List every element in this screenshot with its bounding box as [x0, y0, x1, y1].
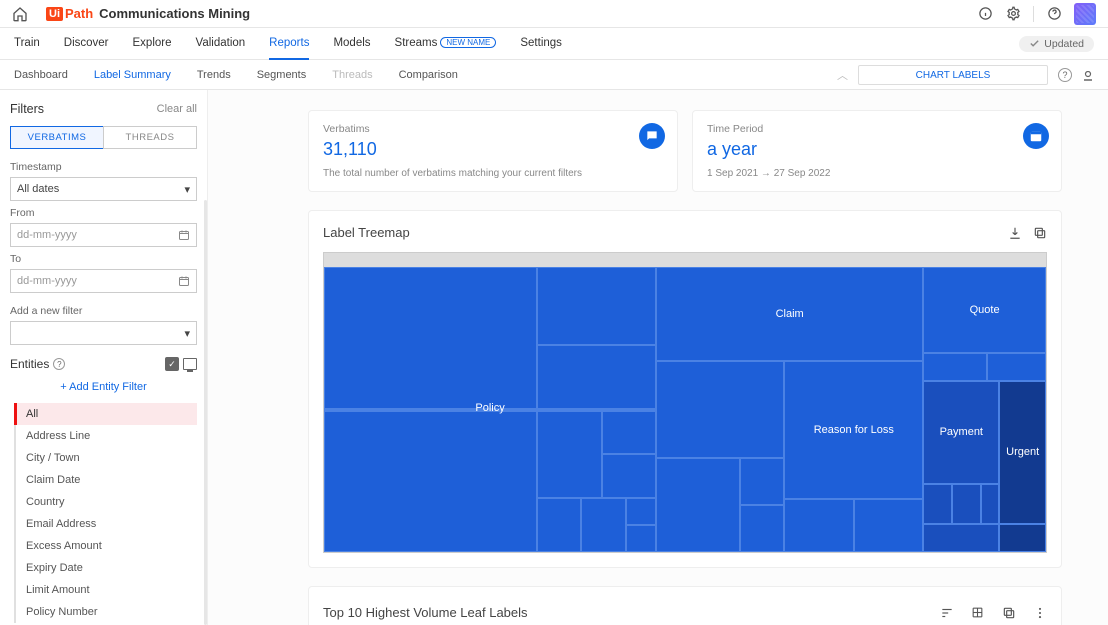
card-subtitle: 1 Sep 2021 → 27 Sep 2022 — [707, 168, 1047, 179]
subnav-trends[interactable]: Trends — [197, 69, 231, 81]
treemap-label-claim: Claim — [776, 308, 804, 320]
calendar-icon — [178, 229, 190, 241]
chart-labels-dropdown[interactable]: CHART LABELS — [858, 65, 1048, 85]
product-name: Communications Mining — [99, 6, 250, 21]
entity-list: All Address Line City / Town Claim Date … — [14, 403, 197, 623]
chevron-up-icon[interactable]: ︿ — [837, 67, 848, 83]
timestamp-select[interactable]: All dates ▾ — [10, 177, 197, 201]
primary-nav: Train Discover Explore Validation Report… — [0, 28, 1108, 60]
help-icon[interactable] — [1046, 6, 1062, 22]
grid-icon[interactable] — [970, 605, 985, 620]
panel-title: Label Treemap — [323, 225, 410, 240]
entity-item-all[interactable]: All — [14, 403, 197, 425]
calendar-icon — [1023, 123, 1049, 149]
treemap-label-payment: Payment — [940, 426, 983, 438]
nav-train[interactable]: Train — [14, 28, 40, 60]
add-filter-select[interactable]: ▾ — [10, 321, 197, 345]
entity-item[interactable]: City / Town — [16, 447, 197, 469]
underscore-icon[interactable] — [1082, 69, 1094, 81]
nav-discover[interactable]: Discover — [64, 28, 109, 60]
filter-tabs: VERBATIMS THREADS — [10, 126, 197, 149]
subnav-label-summary[interactable]: Label Summary — [94, 69, 171, 81]
chevron-down-icon: ▾ — [184, 183, 190, 196]
treemap-chart[interactable]: Policy — [323, 252, 1047, 553]
entity-item[interactable]: Excess Amount — [16, 535, 197, 557]
secondary-nav: Dashboard Label Summary Trends Segments … — [0, 60, 1108, 90]
add-entity-filter-button[interactable]: Add Entity Filter — [10, 381, 197, 393]
nav-explore[interactable]: Explore — [133, 28, 172, 60]
filters-title: Filters — [10, 102, 44, 116]
copy-icon[interactable] — [1032, 225, 1047, 240]
entity-item[interactable]: Country — [16, 491, 197, 513]
treemap-label-urgent: Urgent — [1006, 446, 1039, 458]
entity-item[interactable]: Address Line — [16, 425, 197, 447]
label-treemap-panel: Label Treemap — [308, 210, 1062, 568]
filters-sidebar: Filters Clear all VERBATIMS THREADS Time… — [0, 90, 208, 625]
entity-item[interactable]: Expiry Date — [16, 557, 197, 579]
chat-icon — [639, 123, 665, 149]
to-date-input[interactable]: dd-mm-yyyy — [10, 269, 197, 293]
tab-verbatims[interactable]: VERBATIMS — [10, 126, 103, 149]
subnav-comparison[interactable]: Comparison — [399, 69, 458, 81]
treemap-label-quote: Quote — [970, 304, 1000, 316]
add-filter-label: Add a new filter — [10, 305, 197, 317]
nav-settings[interactable]: Settings — [520, 28, 562, 60]
help-circle-icon[interactable]: ? — [53, 358, 65, 370]
calendar-icon — [178, 275, 190, 287]
chevron-down-icon: ▾ — [184, 327, 190, 340]
to-label: To — [10, 253, 197, 265]
treemap-label-reason: Reason for Loss — [814, 424, 894, 436]
download-icon[interactable] — [1007, 225, 1022, 240]
verbatims-count: 31,110 — [323, 139, 663, 160]
panel-title: Top 10 Highest Volume Leaf Labels — [323, 605, 528, 620]
card-title: Verbatims — [323, 123, 663, 135]
nav-models[interactable]: Models — [333, 28, 370, 60]
entities-label: Entities — [10, 357, 49, 371]
tab-threads[interactable]: THREADS — [103, 126, 197, 149]
subnav-dashboard[interactable]: Dashboard — [14, 69, 68, 81]
shield-check-icon[interactable]: ✓ — [165, 357, 179, 371]
from-label: From — [10, 207, 197, 219]
entity-item[interactable]: Limit Amount — [16, 579, 197, 601]
info-icon[interactable] — [977, 6, 993, 22]
verbatims-card: Verbatims 31,110 The total number of ver… — [308, 110, 678, 192]
copy-icon[interactable] — [1001, 605, 1016, 620]
card-title: Time Period — [707, 123, 1047, 135]
avatar[interactable] — [1074, 3, 1096, 25]
entity-item[interactable]: Claim Date — [16, 469, 197, 491]
product-logo: UiPath Communications Mining — [46, 6, 250, 21]
time-period-value: a year — [707, 139, 1047, 160]
sort-icon[interactable] — [939, 605, 954, 620]
new-name-badge: NEW NAME — [440, 37, 496, 48]
nav-streams[interactable]: Streams NEW NAME — [395, 28, 497, 60]
monitor-icon[interactable] — [183, 358, 197, 370]
top-labels-panel: Top 10 Highest Volume Leaf Labels — [308, 586, 1062, 625]
more-icon[interactable] — [1032, 605, 1047, 620]
gear-icon[interactable] — [1005, 6, 1021, 22]
time-period-card: Time Period a year 1 Sep 2021 → 27 Sep 2… — [692, 110, 1062, 192]
nav-validation[interactable]: Validation — [196, 28, 246, 60]
entity-item[interactable]: Email Address — [16, 513, 197, 535]
card-subtitle: The total number of verbatims matching y… — [323, 168, 663, 179]
clear-all-button[interactable]: Clear all — [157, 103, 197, 115]
treemap-label-policy: Policy — [475, 402, 504, 414]
subnav-threads: Threads — [332, 69, 372, 81]
home-icon[interactable] — [12, 6, 28, 22]
help-circle-icon[interactable]: ? — [1058, 68, 1072, 82]
from-date-input[interactable]: dd-mm-yyyy — [10, 223, 197, 247]
subnav-segments[interactable]: Segments — [257, 69, 307, 81]
nav-reports[interactable]: Reports — [269, 28, 309, 60]
entity-item[interactable]: Policy Number — [16, 601, 197, 623]
content-area: Verbatims 31,110 The total number of ver… — [208, 90, 1108, 625]
updated-badge: Updated — [1019, 36, 1094, 52]
timestamp-label: Timestamp — [10, 161, 197, 173]
